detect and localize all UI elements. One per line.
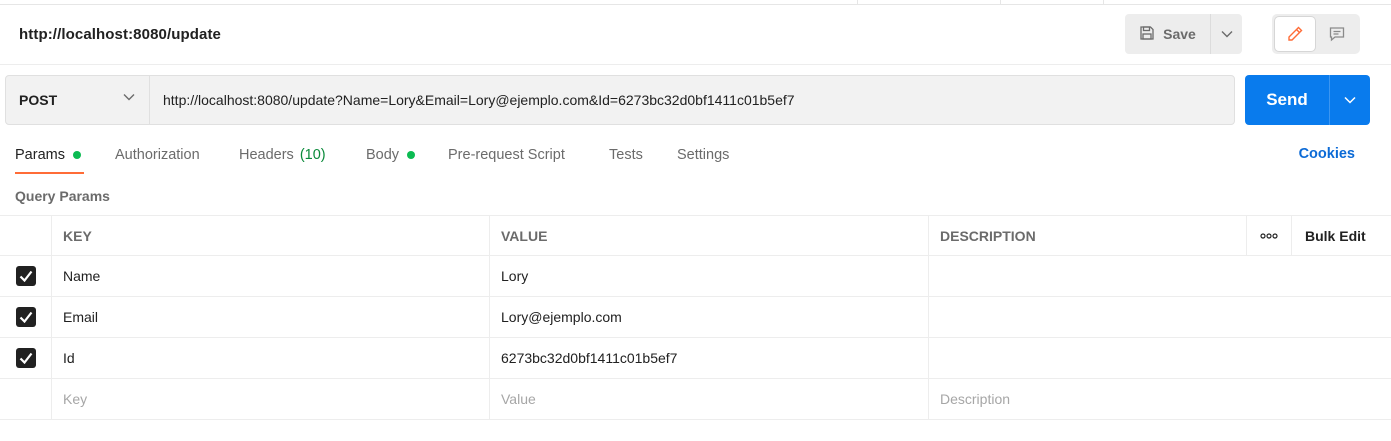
more-options-button[interactable] bbox=[1246, 216, 1291, 255]
tab-label: Body bbox=[366, 147, 400, 163]
more-horizontal-icon bbox=[1260, 232, 1278, 239]
chevron-down-icon bbox=[123, 94, 135, 101]
checkmark-icon bbox=[19, 270, 32, 282]
query-params-title: Query Params bbox=[15, 188, 110, 204]
request-tabs: Params Authorization Headers (10) Body P… bbox=[0, 140, 1391, 176]
headers-count: (10) bbox=[299, 147, 326, 163]
request-header: http://localhost:8080/update Save bbox=[0, 5, 1391, 65]
request-title[interactable]: http://localhost:8080/update bbox=[19, 26, 221, 43]
table-row: Name Lory bbox=[0, 256, 1391, 297]
new-key-input[interactable]: Key bbox=[51, 379, 489, 419]
row-checkbox[interactable] bbox=[15, 307, 36, 327]
comments-mode-button[interactable] bbox=[1317, 17, 1357, 51]
table-row: Id 6273bc32d0bf1411c01b5ef7 bbox=[0, 338, 1391, 379]
checkmark-icon bbox=[19, 311, 32, 323]
save-options-button[interactable] bbox=[1210, 14, 1242, 54]
param-value[interactable]: Lory bbox=[489, 256, 928, 296]
pencil-icon bbox=[1288, 26, 1303, 41]
chevron-down-icon bbox=[1221, 31, 1232, 38]
row-checkbox-cell bbox=[0, 338, 51, 378]
cookies-link[interactable]: Cookies bbox=[1299, 146, 1355, 162]
method-label: POST bbox=[19, 92, 58, 108]
tab-label: Params bbox=[15, 147, 65, 163]
tab-label: Authorization bbox=[115, 147, 200, 163]
new-value-input[interactable]: Value bbox=[489, 379, 928, 419]
save-group: Save bbox=[1125, 14, 1242, 54]
param-description[interactable] bbox=[928, 338, 1246, 378]
edit-mode-button[interactable] bbox=[1275, 17, 1315, 51]
header-check-cell bbox=[0, 216, 51, 255]
param-description[interactable] bbox=[928, 297, 1246, 337]
tab-label: Pre-request Script bbox=[448, 147, 565, 163]
param-key[interactable]: Id bbox=[51, 338, 489, 378]
tab-params[interactable]: Params bbox=[15, 146, 81, 164]
save-label: Save bbox=[1163, 26, 1196, 42]
bulk-edit-button[interactable]: Bulk Edit bbox=[1291, 216, 1391, 255]
tab-body[interactable]: Body bbox=[366, 146, 416, 164]
comment-icon bbox=[1329, 27, 1345, 42]
column-header-key: KEY bbox=[51, 216, 489, 255]
row-checkbox-cell bbox=[0, 379, 51, 419]
save-button[interactable]: Save bbox=[1125, 14, 1210, 54]
status-dot bbox=[72, 151, 81, 159]
column-header-value: VALUE bbox=[489, 216, 928, 255]
tab-pre-request-script[interactable]: Pre-request Script bbox=[448, 146, 565, 164]
param-value[interactable]: 6273bc32d0bf1411c01b5ef7 bbox=[489, 338, 928, 378]
column-header-description: DESCRIPTION bbox=[928, 216, 1246, 255]
row-checkbox[interactable] bbox=[15, 266, 36, 286]
row-checkbox-cell bbox=[0, 297, 51, 337]
query-params-table: KEY VALUE DESCRIPTION Bulk Edit Name Lor… bbox=[0, 215, 1391, 420]
tab-authorization[interactable]: Authorization bbox=[115, 146, 200, 164]
param-value[interactable]: Lory@ejemplo.com bbox=[489, 297, 928, 337]
param-description[interactable] bbox=[928, 256, 1246, 296]
tab-label: Tests bbox=[609, 147, 643, 163]
tab-tests[interactable]: Tests bbox=[609, 146, 643, 164]
tab-headers[interactable]: Headers (10) bbox=[239, 146, 326, 164]
tab-settings[interactable]: Settings bbox=[677, 146, 729, 164]
param-key[interactable]: Email bbox=[51, 297, 489, 337]
floppy-disk-icon bbox=[1139, 25, 1155, 44]
status-dot bbox=[407, 151, 416, 159]
row-checkbox-cell bbox=[0, 256, 51, 296]
send-options-button[interactable] bbox=[1329, 75, 1370, 125]
tab-label: Settings bbox=[677, 147, 730, 163]
new-param-row: Key Value Description bbox=[0, 379, 1391, 420]
row-checkbox[interactable] bbox=[15, 348, 36, 368]
tab-label: Headers bbox=[239, 147, 294, 163]
checkmark-icon bbox=[19, 352, 32, 364]
active-tab-indicator bbox=[15, 172, 84, 174]
param-key[interactable]: Name bbox=[51, 256, 489, 296]
chevron-down-icon bbox=[1344, 96, 1356, 104]
table-row: Email Lory@ejemplo.com bbox=[0, 297, 1391, 338]
table-header-row: KEY VALUE DESCRIPTION Bulk Edit bbox=[0, 215, 1391, 256]
view-mode-toggle bbox=[1272, 14, 1360, 54]
url-input[interactable]: http://localhost:8080/update?Name=Lory&E… bbox=[149, 75, 1235, 125]
method-select[interactable]: POST bbox=[5, 75, 150, 125]
new-description-input[interactable]: Description bbox=[928, 379, 1246, 419]
send-button-group: Send bbox=[1245, 75, 1370, 125]
send-button[interactable]: Send bbox=[1245, 75, 1329, 125]
